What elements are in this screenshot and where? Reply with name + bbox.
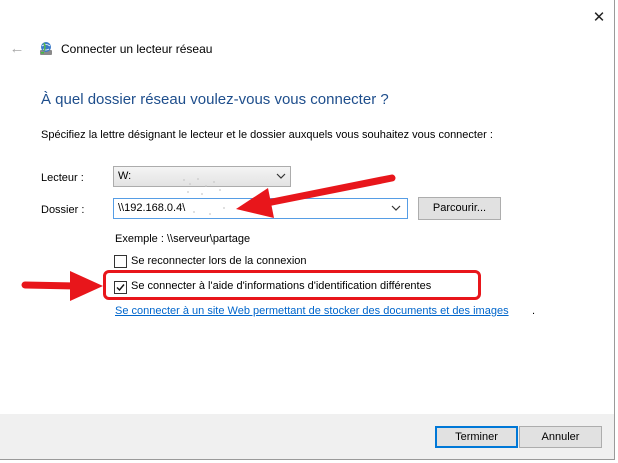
example-text: Exemple : \\serveur\partage	[115, 233, 251, 245]
drive-label: Lecteur :	[41, 172, 84, 184]
chevron-down-icon	[276, 173, 286, 179]
chevron-down-icon[interactable]	[391, 203, 401, 213]
window-title: Connecter un lecteur réseau	[61, 42, 213, 56]
link-period: .	[532, 305, 536, 317]
annotation-arrow-top	[236, 174, 396, 218]
folder-input[interactable]: \\192.168.0.4\	[113, 198, 408, 219]
finish-button[interactable]: Terminer	[435, 426, 518, 448]
drive-select-value: W:	[118, 170, 132, 182]
annotation-highlight-box	[103, 270, 481, 300]
instruction-text: Spécifiez la lettre désignant le lecteur…	[41, 129, 493, 141]
map-network-drive-dialog: ✕ ← Connecter un lecteur réseau À quel d…	[0, 0, 615, 460]
close-icon[interactable]: ✕	[588, 8, 610, 28]
folder-label: Dossier :	[41, 204, 85, 216]
reconnect-label[interactable]: Se reconnecter lors de la connexion	[131, 255, 307, 267]
network-drive-icon	[40, 42, 52, 55]
page-heading: À quel dossier réseau voulez-vous vous c…	[41, 91, 389, 108]
annotation-arrow-left	[21, 271, 103, 301]
website-connect-link[interactable]: Se connecter à un site Web permettant de…	[115, 305, 509, 317]
back-arrow-icon[interactable]: ←	[8, 40, 26, 58]
browse-button[interactable]: Parcourir...	[418, 197, 501, 220]
blurred-text-overlay	[181, 178, 225, 215]
reconnect-checkbox[interactable]	[114, 255, 127, 268]
cancel-button[interactable]: Annuler	[519, 426, 602, 448]
